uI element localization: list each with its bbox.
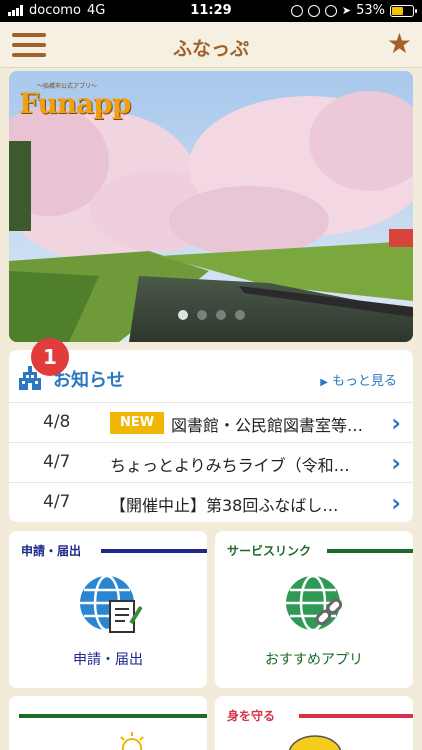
globe-link-icon (286, 574, 343, 632)
funapp-logo: 〜船橋市公式アプリ〜 Funapp (15, 79, 131, 123)
battery-icon (390, 4, 417, 17)
carousel-dot[interactable] (215, 310, 226, 320)
tile-safety[interactable]: 身を守る (215, 696, 413, 750)
new-badge: NEW (110, 412, 164, 434)
news-header: お知らせ ▶ もっと見る (9, 358, 413, 402)
tile-caption: 申請・届出 (73, 652, 143, 668)
triangle-right-icon: ▶ (320, 377, 328, 388)
news-item[interactable]: 4/7 ちょっとよりみちライブ（令和… › (9, 442, 413, 482)
alarm-icon (307, 4, 320, 17)
news-text: 【開催中止】第38回ふなばし… (110, 496, 339, 515)
tile-divider (299, 714, 413, 718)
more-link-label: もっと見る (331, 374, 397, 389)
logo-text: Funapp (19, 87, 131, 120)
news-date: 4/7 (43, 492, 71, 512)
tile-label: 身を守る (227, 709, 276, 723)
news-item[interactable]: 4/8 NEW 図書館・公民館図書室等… › (9, 402, 413, 442)
app-title: ふなっぷ (172, 38, 249, 60)
tile-service-link[interactable]: サービスリンク おすすめアプリ (215, 531, 413, 688)
banner-carousel[interactable]: 〜船橋市公式アプリ〜 Funapp (9, 71, 413, 342)
carousel-dot[interactable] (196, 310, 207, 320)
notification-badge: 1 (31, 338, 69, 376)
star-icon[interactable]: ★ (387, 30, 412, 58)
tile-divider (19, 714, 207, 718)
news-date: 4/8 (43, 412, 71, 432)
tile-label: サービスリンク (227, 544, 312, 558)
lock-rotation-icon (290, 4, 303, 17)
tile-divider (327, 549, 413, 553)
tile-application[interactable]: 申請・届出 申請・届出 (9, 531, 207, 688)
carousel-dot[interactable] (234, 310, 245, 320)
more-link[interactable]: ▶ もっと見る (320, 370, 397, 389)
news-text: ちょっとよりみちライブ（令和… (110, 456, 350, 475)
battery-percent: 53% (356, 3, 385, 18)
chevron-right-icon: › (391, 449, 401, 477)
globe-document-icon (80, 574, 143, 633)
news-item[interactable]: 4/7 【開催中止】第38回ふなばし… › (9, 482, 413, 522)
app-header: ふなっぷ ★ (0, 22, 422, 68)
tile-divider (101, 549, 207, 553)
news-card: 1 お知らせ ▶ もっと見る 4/8 NEW 図書館・公民館図書室等… › 4/7… (9, 338, 413, 522)
news-date: 4/7 (43, 452, 71, 472)
lightbulb-icon (120, 732, 144, 750)
status-bar: docomo 4G 11:29 ➤ 53% (0, 0, 422, 22)
location-icon: ➤ (341, 4, 352, 17)
helmet-icon (288, 735, 342, 750)
chevron-right-icon: › (391, 489, 401, 517)
chevron-right-icon: › (391, 409, 401, 437)
tile-label: 申請・届出 (21, 544, 82, 558)
news-text: 図書館・公民館図書室等… (171, 416, 364, 435)
screen-time-icon (324, 4, 337, 17)
tile-partial-left[interactable] (9, 696, 207, 750)
carousel-dot[interactable] (177, 310, 188, 320)
tile-caption: おすすめアプリ (265, 652, 363, 668)
carousel-indicator[interactable] (9, 310, 413, 320)
